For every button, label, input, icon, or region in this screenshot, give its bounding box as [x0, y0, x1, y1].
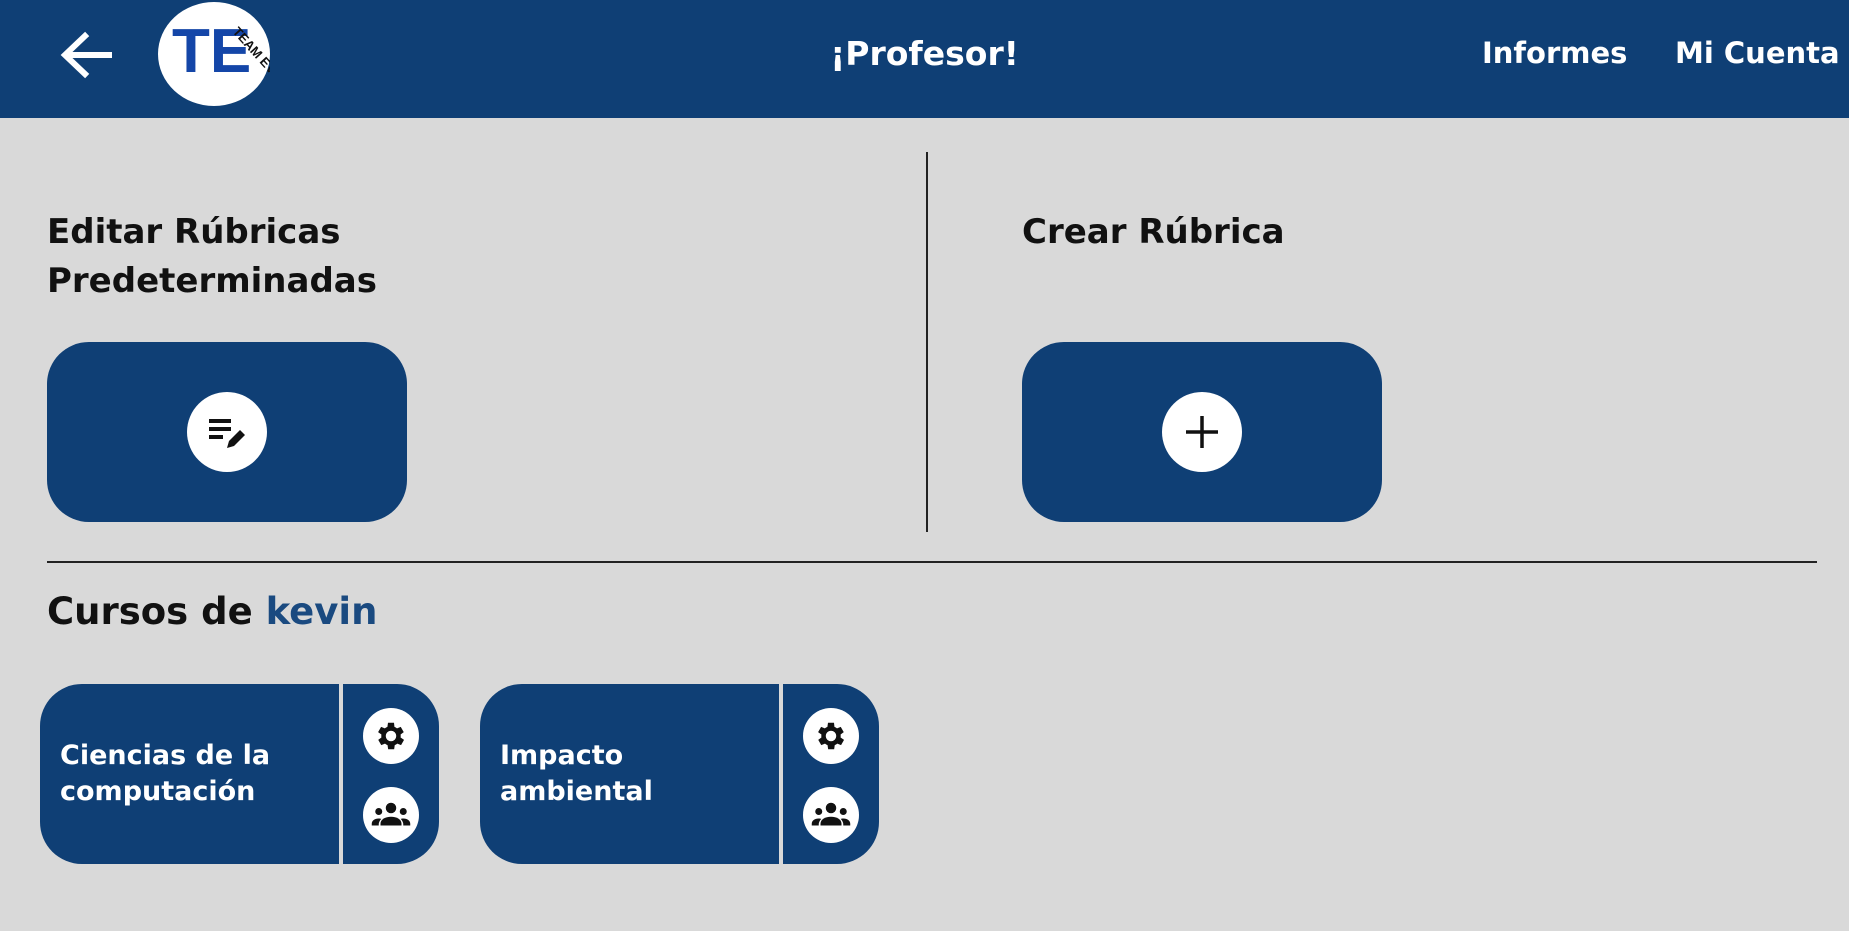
course-settings-button[interactable]	[363, 708, 419, 764]
courses-username: kevin	[265, 590, 378, 633]
groups-icon	[811, 802, 851, 826]
edit-list-icon	[209, 419, 245, 448]
course-actions	[343, 684, 439, 864]
edit-rubrics-title: Editar Rúbricas Predeterminadas	[47, 212, 377, 301]
course-groups-button[interactable]	[803, 787, 859, 843]
edit-rubrics-button[interactable]	[47, 342, 407, 522]
top-navbar: TE TEAM EVAL ¡Profesor! Informes Mi Cuen…	[0, 0, 1849, 118]
plus-icon	[1186, 416, 1218, 448]
edit-rubrics-circle	[187, 392, 267, 472]
course-settings-button[interactable]	[803, 708, 859, 764]
courses-title: Cursos de kevin	[47, 590, 377, 633]
course-actions	[783, 684, 879, 864]
gear-icon	[818, 722, 845, 750]
course-open-button[interactable]: Ciencias de la computación	[40, 684, 339, 864]
team-eval-logo: TE TEAM EVAL	[158, 2, 291, 106]
courses-title-prefix: Cursos de	[47, 590, 266, 633]
create-rubric-circle	[1162, 392, 1242, 472]
gear-icon	[378, 722, 405, 750]
create-rubric-button[interactable]	[1022, 342, 1382, 522]
course-groups-button[interactable]	[363, 787, 419, 843]
nav-reports-link[interactable]: Informes	[1482, 36, 1627, 70]
horizontal-divider	[47, 561, 1817, 563]
course-name: Ciencias de la computación	[60, 740, 271, 807]
create-rubric-title: Crear Rúbrica	[1022, 212, 1285, 252]
groups-icon	[371, 802, 411, 826]
course-name: Impacto ambiental	[500, 740, 653, 807]
course-open-button[interactable]: Impacto ambiental	[480, 684, 779, 864]
back-button[interactable]	[55, 24, 117, 86]
nav-account-link[interactable]: Mi Cuenta	[1675, 36, 1840, 70]
vertical-divider	[926, 152, 928, 532]
arrow-left-icon	[60, 31, 112, 79]
